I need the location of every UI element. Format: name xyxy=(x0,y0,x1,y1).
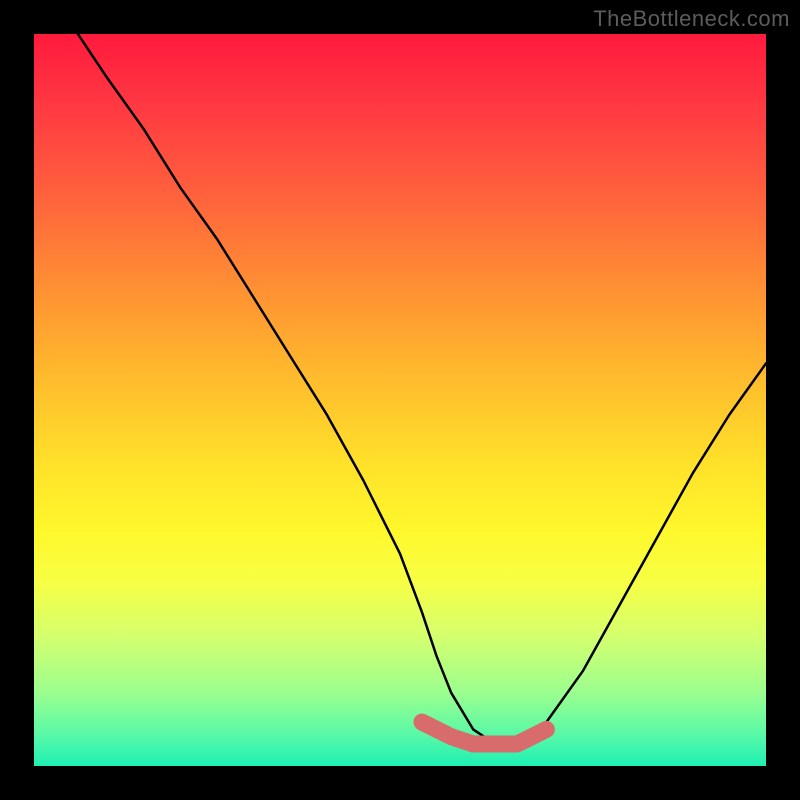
highlight-band xyxy=(422,722,546,744)
main-curve xyxy=(78,34,766,744)
chart-frame: TheBottleneck.com xyxy=(0,0,800,800)
plot-area xyxy=(34,34,766,766)
watermark-text: TheBottleneck.com xyxy=(593,6,790,32)
chart-svg xyxy=(34,34,766,766)
